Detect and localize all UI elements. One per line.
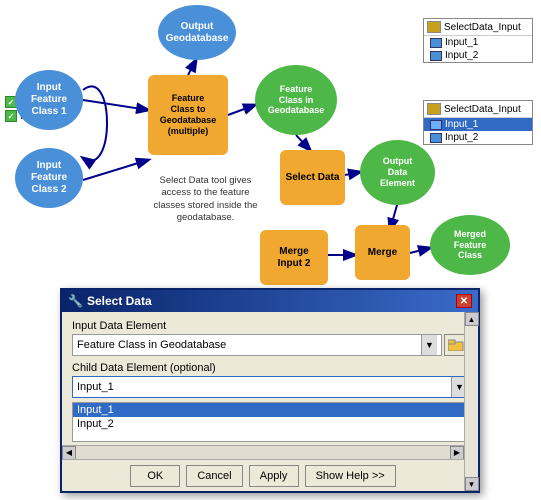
scroll-track xyxy=(465,326,478,477)
node-fcingeo-label: FeatureClass inGeodatabase xyxy=(268,84,325,116)
dialog-body: Input Data Element Feature Class in Geod… xyxy=(62,312,478,450)
dialog-title: Select Data xyxy=(87,294,152,308)
list-item-input1[interactable]: Input_1 xyxy=(73,403,467,417)
tree-item-input2-bottom-label: Input_2 xyxy=(445,132,478,143)
child-data-list[interactable]: Input_1 Input_2 xyxy=(72,402,468,442)
db-icon-top xyxy=(427,21,441,33)
dropdown-arrow-1[interactable]: ▼ xyxy=(421,335,437,355)
node-select-data: Select Data xyxy=(280,150,345,205)
tree-panel-top-title-text: SelectData_Input xyxy=(444,22,521,33)
node-mergein2-label: MergeInput 2 xyxy=(278,246,311,270)
dialog-buttons: OK Cancel Apply Show Help >> xyxy=(62,459,464,491)
list-item-input2[interactable]: Input_2 xyxy=(73,417,467,431)
tree-item-input1-bottom: Input_1 xyxy=(424,118,532,131)
child-data-element-label: Child Data Element (optional) xyxy=(72,362,468,374)
show-help-button[interactable]: Show Help >> xyxy=(305,465,396,487)
scroll-down-arrow[interactable]: ▼ xyxy=(465,477,479,491)
input-data-element-value: Feature Class in Geodatabase xyxy=(77,339,226,351)
node-fc1-label: InputFeatureClass 1 xyxy=(31,82,67,118)
child-data-element-value: Input_1 xyxy=(73,381,118,393)
node-mergedfc-label: MergedFeatureClass xyxy=(454,229,487,261)
tree-panel-top-title: SelectData_Input xyxy=(424,19,532,36)
dialog-scrollbar[interactable]: ▲ ▼ xyxy=(464,312,478,491)
node-outdata-label: OutputDataElement xyxy=(380,156,415,188)
checkbox-input2: ✓ xyxy=(5,110,17,122)
select-data-dialog: 🔧 Select Data ✕ ▲ ▼ Input Data Element F… xyxy=(60,288,480,493)
input-data-element-row: Feature Class in Geodatabase ▼ xyxy=(72,334,468,356)
node-input-fc1: InputFeatureClass 1 xyxy=(15,70,83,130)
tree-item-input1-top: Input_1 xyxy=(424,36,532,49)
feat-icon-bottom-2 xyxy=(430,133,442,143)
list-item-input1-label: Input_1 xyxy=(77,404,114,416)
tree-item-input1-top-label: Input_1 xyxy=(445,37,478,48)
tree-panel-bottom-title: SelectData_Input xyxy=(424,101,532,118)
node-seldata-label: Select Data xyxy=(286,172,340,184)
tree-panel-bottom-title-text: SelectData_Input xyxy=(444,104,521,115)
tree-item-input2-top-label: Input_2 xyxy=(445,50,478,61)
tree-item-input2-bottom: Input_2 xyxy=(424,131,532,144)
ok-button[interactable]: OK xyxy=(130,465,180,487)
wrench-icon: 🔧 xyxy=(68,294,83,308)
dialog-titlebar: 🔧 Select Data ✕ xyxy=(62,290,478,312)
node-merge-label: Merge xyxy=(368,247,397,259)
dialog-horizontal-scrollbar[interactable]: ◀ ▶ xyxy=(62,445,464,459)
feat-icon-top-1 xyxy=(430,38,442,48)
hscroll-left-arrow[interactable]: ◀ xyxy=(62,446,76,460)
dialog-titlebar-left: 🔧 Select Data xyxy=(68,294,152,308)
node-merged-feature-class: MergedFeatureClass xyxy=(430,215,510,275)
node-merge-input2: MergeInput 2 xyxy=(260,230,328,285)
folder-icon xyxy=(448,339,464,351)
select-data-description: Select Data tool gives access to the fea… xyxy=(148,175,263,224)
apply-button[interactable]: Apply xyxy=(249,465,299,487)
scroll-up-arrow[interactable]: ▲ xyxy=(465,312,479,326)
diagram-area: ✓ Input 1 ✓ Input 2 InputFeatureClass 1 … xyxy=(0,0,541,285)
hscroll-track xyxy=(76,446,450,459)
node-fc2geo-label: FeatureClass toGeodatabase(multiple) xyxy=(160,93,217,136)
tree-item-input2-top: Input_2 xyxy=(424,49,532,62)
node-fc-to-geodatabase: FeatureClass toGeodatabase(multiple) xyxy=(148,75,228,155)
tree-panel-bottom: SelectData_Input Input_1 Input_2 xyxy=(423,100,533,145)
hscroll-right-arrow[interactable]: ▶ xyxy=(450,446,464,460)
input-data-element-label: Input Data Element xyxy=(72,320,468,332)
node-output-geodatabase: OutputGeodatabase xyxy=(158,5,236,60)
db-icon-bottom xyxy=(427,103,441,115)
node-input-fc2: InputFeatureClass 2 xyxy=(15,148,83,208)
node-fc-in-geodatabase: FeatureClass inGeodatabase xyxy=(255,65,337,135)
dialog-close-button[interactable]: ✕ xyxy=(456,294,472,308)
feat-icon-top-2 xyxy=(430,51,442,61)
node-output-data-element: OutputDataElement xyxy=(360,140,435,205)
child-data-element-combo[interactable]: Input_1 ▼ xyxy=(72,376,468,398)
node-fc2-label: InputFeatureClass 2 xyxy=(31,160,67,196)
tree-panel-top: SelectData_Input Input_1 Input_2 xyxy=(423,18,533,63)
cancel-button[interactable]: Cancel xyxy=(186,465,242,487)
list-item-input2-label: Input_2 xyxy=(77,418,114,430)
feat-icon-bottom-1 xyxy=(430,120,442,130)
tree-item-input1-bottom-label: Input_1 xyxy=(445,119,478,130)
node-outgeo-label: OutputGeodatabase xyxy=(166,21,229,45)
input-data-element-dropdown[interactable]: Feature Class in Geodatabase ▼ xyxy=(72,334,442,356)
node-merge: Merge xyxy=(355,225,410,280)
